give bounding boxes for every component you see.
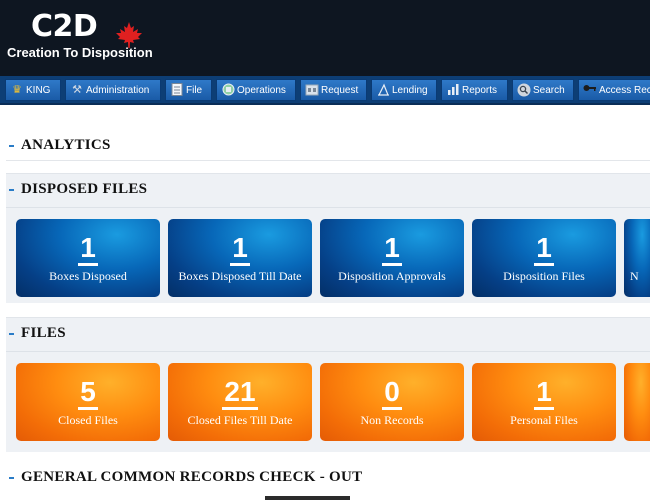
tile-label: Non Records xyxy=(360,413,424,427)
divider xyxy=(6,351,650,352)
section-bullet-icon xyxy=(9,144,14,147)
nav-item-label: Search xyxy=(533,84,565,96)
key-icon xyxy=(583,83,597,97)
nav-item-lending[interactable]: Lending xyxy=(371,79,437,101)
analytics-title: ANALYTICS xyxy=(21,137,111,153)
logo-subtitle: Creation To Disposition xyxy=(7,45,153,60)
divider xyxy=(6,207,650,208)
nav-item-reports[interactable]: Reports xyxy=(441,79,508,101)
document-icon xyxy=(170,83,184,97)
general-checkout-heading: GENERAL COMMON RECORDS CHECK - OUT xyxy=(9,469,362,486)
tile-value: 1 xyxy=(534,232,554,266)
tile-disposition-files[interactable]: 1 Disposition Files xyxy=(472,219,616,297)
tile-disposition-approvals[interactable]: 1 Disposition Approvals xyxy=(320,219,464,297)
tile-label: Disposition Files xyxy=(503,269,585,283)
section-bullet-icon xyxy=(9,332,14,335)
nav-item-label: Administration xyxy=(86,84,150,96)
tile-label: Personal Files xyxy=(510,413,578,427)
search-icon xyxy=(517,83,531,97)
operations-icon xyxy=(221,83,235,97)
nav-item-king[interactable]: ♛ KING xyxy=(5,79,61,101)
nav-item-request[interactable]: Request xyxy=(300,79,367,101)
crown-icon: ♛ xyxy=(12,84,22,96)
tile-label: N xyxy=(630,269,639,283)
tile-partial[interactable]: N xyxy=(624,219,650,297)
tile-label: Closed Files Till Date xyxy=(187,413,293,427)
nav-item-file[interactable]: File xyxy=(165,79,212,101)
tile-label: Closed Files xyxy=(58,413,118,427)
lending-icon xyxy=(376,83,390,97)
nav-item-label: Lending xyxy=(392,84,428,96)
nav-item-search[interactable]: Search xyxy=(512,79,574,101)
files-heading: FILES xyxy=(9,325,66,342)
tile-boxes-disposed[interactable]: 1 Boxes Disposed xyxy=(16,219,160,297)
horizontal-scrollbar[interactable] xyxy=(265,496,350,500)
tile-personal-files[interactable]: 1 Personal Files xyxy=(472,363,616,441)
tile-closed-files-till-date[interactable]: 21 Closed Files Till Date xyxy=(168,363,312,441)
main-nav: ♛ KING ⚒ Administration File Operations … xyxy=(0,76,650,105)
disposed-files-title: DISPOSED FILES xyxy=(21,181,148,197)
dashboard-content: ANALYTICS DISPOSED FILES 1 Boxes Dispose… xyxy=(0,107,650,500)
wrench-icon: ⚒ xyxy=(72,84,82,96)
disposed-files-heading: DISPOSED FILES xyxy=(9,181,147,198)
tile-value: 1 xyxy=(382,232,402,266)
tile-label: Boxes Disposed Till Date xyxy=(178,269,302,283)
nav-item-administration[interactable]: ⚒ Administration xyxy=(65,79,161,101)
tile-non-records[interactable]: 0 Non Records xyxy=(320,363,464,441)
tile-partial[interactable] xyxy=(624,363,650,441)
request-icon xyxy=(305,83,319,97)
nav-item-label: Access Rec xyxy=(599,84,650,96)
nav-item-operations[interactable]: Operations xyxy=(216,79,296,101)
analytics-heading: ANALYTICS xyxy=(9,137,111,154)
nav-item-label: KING xyxy=(26,84,51,96)
section-bullet-icon xyxy=(9,188,14,191)
app-header: C2D Creation To Disposition xyxy=(0,0,650,76)
nav-item-label: Reports xyxy=(462,84,498,96)
general-checkout-title: GENERAL COMMON RECORDS CHECK - OUT xyxy=(21,469,363,485)
nav-item-label: Operations xyxy=(237,84,286,96)
section-bullet-icon xyxy=(9,476,14,479)
nav-item-label: File xyxy=(186,84,203,96)
tile-label: Disposition Approvals xyxy=(338,269,446,283)
tile-value: 1 xyxy=(230,232,250,266)
tile-closed-files[interactable]: 5 Closed Files xyxy=(16,363,160,441)
reports-icon xyxy=(446,83,460,97)
tile-value: 1 xyxy=(78,232,98,266)
nav-item-access-records[interactable]: Access Rec xyxy=(578,79,650,101)
tile-value: 21 xyxy=(222,376,258,410)
tile-boxes-disposed-till-date[interactable]: 1 Boxes Disposed Till Date xyxy=(168,219,312,297)
tile-value: 5 xyxy=(78,376,98,410)
files-title: FILES xyxy=(21,325,66,341)
tile-value: 0 xyxy=(382,376,402,410)
logo-title[interactable]: C2D xyxy=(31,9,98,44)
divider xyxy=(6,160,650,161)
tile-value: 1 xyxy=(534,376,554,410)
nav-item-label: Request xyxy=(321,84,359,96)
tile-label: Boxes Disposed xyxy=(49,269,127,283)
